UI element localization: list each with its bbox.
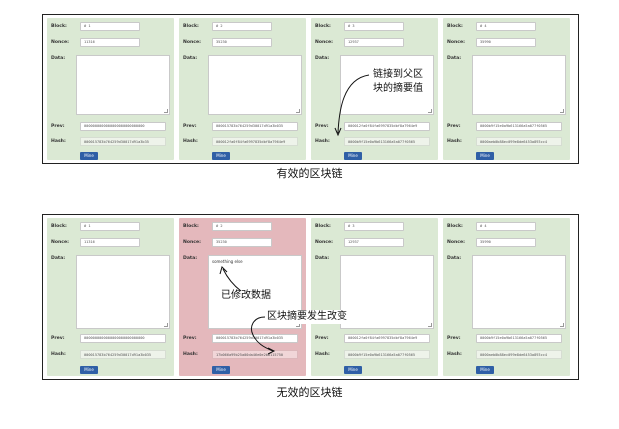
invalid-chain-panel: Block: # 1 Nonce: 11316 Data: Prev: 0000000… bbox=[42, 214, 579, 380]
invalid-chain-caption: 无效的区块链 bbox=[276, 386, 343, 399]
annotation-arrow bbox=[334, 74, 370, 137]
valid-chain-panel: Block: # 1 Nonce: 11316 Data: Prev: 0000000… bbox=[42, 14, 579, 164]
valid-chain-caption: 有效的区块链 bbox=[276, 167, 343, 180]
annotation-arrows bbox=[219, 266, 276, 355]
